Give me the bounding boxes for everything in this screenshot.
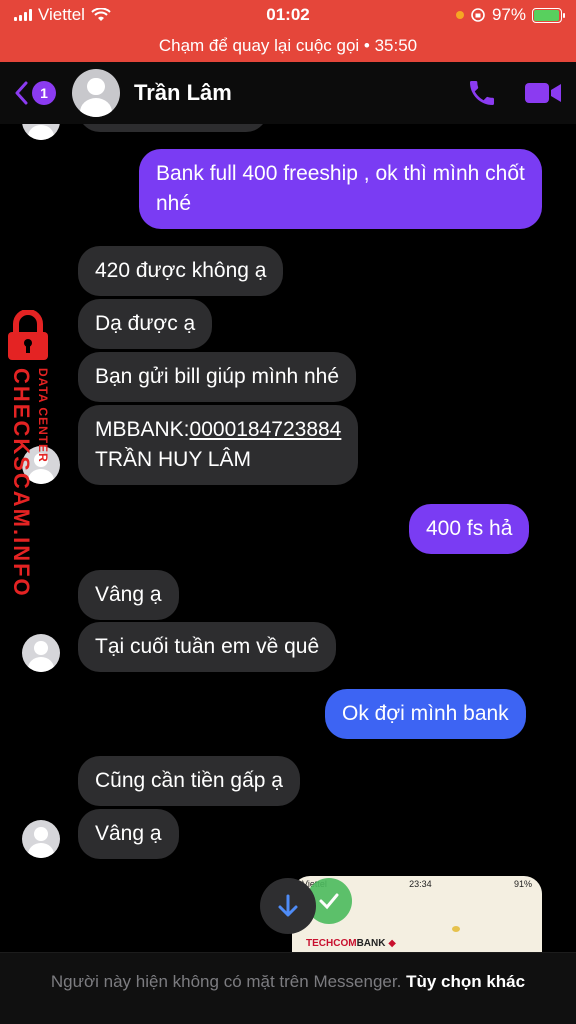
message-text: Vâng ạ	[95, 583, 162, 606]
message-bubble-incoming[interactable]: Tại cuối tuần em về quê	[78, 622, 337, 672]
contact-name[interactable]: Trần Lâm	[134, 80, 466, 106]
message-bubble-outgoing[interactable]: Ok đợi mình bank	[325, 689, 526, 739]
message-bubble-outgoing[interactable]: 400 fs hả	[409, 504, 530, 554]
message-list[interactable]: Bank full 400 freeship , ok thì mình chố…	[0, 124, 576, 952]
message-bubble-partial[interactable]	[78, 124, 268, 132]
attachment-battery: 91%	[513, 879, 532, 889]
techcombank-logo: TECHCOMBANK ◆	[306, 938, 396, 949]
status-bar: Viettel 01:02 97%	[0, 0, 576, 30]
status-right: 97%	[455, 5, 565, 25]
privacy-indicator-icon	[455, 11, 464, 19]
message-text: Dạ được ạ	[95, 312, 196, 335]
battery-icon	[532, 7, 565, 23]
chat-header: 1 Trần Lâm	[0, 62, 576, 124]
watermark-main: CHECKSCAM.INFO	[9, 368, 34, 598]
contact-avatar-small[interactable]	[22, 820, 60, 858]
message-bubble-incoming[interactable]: 420 được không ạ	[78, 246, 284, 296]
message-bubble-incoming[interactable]: Vâng ạ	[78, 570, 179, 620]
contact-avatar-small[interactable]	[22, 634, 60, 672]
video-call-icon[interactable]	[524, 79, 562, 107]
message-bubble-incoming[interactable]: Vâng ạ	[78, 809, 179, 859]
arrow-down-icon	[278, 894, 298, 917]
message-text: Bạn gửi bill giúp mình nhé	[95, 365, 340, 388]
message-text: Bank full 400 freeship , ok thì mình chố…	[156, 162, 525, 215]
contact-avatar-small[interactable]	[22, 124, 60, 140]
message-text: Tại cuối tuần em về quê	[95, 635, 320, 658]
rotation-lock-icon	[471, 8, 485, 22]
message-bubble-incoming[interactable]: Dạ được ạ	[78, 299, 213, 349]
status-left: Viettel	[14, 5, 111, 25]
message-text: Vâng ạ	[95, 822, 162, 845]
message-bubble-outgoing[interactable]: Bank full 400 freeship , ok thì mình chố…	[139, 149, 542, 229]
contact-avatar[interactable]	[72, 69, 120, 117]
signal-icon	[14, 9, 32, 21]
checkscam-watermark: CHECKSCAM.INFO DATA CENTER	[0, 310, 60, 600]
wifi-icon	[91, 8, 111, 21]
header-actions	[466, 77, 562, 109]
battery-percent: 97%	[491, 5, 526, 24]
message-text: 420 được không ạ	[95, 259, 267, 282]
message-bubble-incoming[interactable]: MBBANK:0000184723884 TRẦN HUY LÂM	[78, 405, 359, 485]
call-banner-text: Chạm để quay lại cuộc gọi • 35:50	[158, 36, 418, 55]
message-text: 400 fs hả	[426, 517, 513, 540]
account-number-link[interactable]: 0000184723884	[190, 418, 342, 441]
coin-decoration	[452, 926, 460, 932]
unread-badge: 1	[32, 81, 56, 105]
message-bubble-incoming[interactable]: Cũng cần tiền gấp ạ	[78, 756, 300, 806]
watermark-sub: DATA CENTER	[36, 368, 50, 463]
return-to-call-banner[interactable]: Chạm để quay lại cuộc gọi • 35:50	[0, 30, 576, 62]
chevron-left-icon	[15, 81, 28, 105]
bank-prefix: MBBANK:	[95, 418, 190, 441]
scroll-to-bottom-button[interactable]	[260, 878, 316, 934]
more-options-link[interactable]: Tùy chọn khác	[406, 972, 525, 991]
offline-notice-footer: Người này hiện không có mặt trên Messeng…	[0, 952, 576, 1024]
phone-call-icon[interactable]	[466, 77, 498, 109]
account-holder-name: TRẦN HUY LÂM	[95, 448, 251, 471]
message-bubble-incoming[interactable]: Bạn gửi bill giúp mình nhé	[78, 352, 357, 402]
message-text: Cũng cần tiền gấp ạ	[95, 769, 283, 792]
attachment-time: 23:34	[409, 879, 432, 889]
offline-notice-text: Người này hiện không có mặt trên Messeng…	[50, 972, 402, 991]
back-button[interactable]: 1	[14, 81, 56, 105]
carrier-label: Viettel	[38, 5, 85, 24]
padlock-icon	[8, 310, 48, 360]
message-text: Ok đợi mình bank	[342, 702, 509, 725]
